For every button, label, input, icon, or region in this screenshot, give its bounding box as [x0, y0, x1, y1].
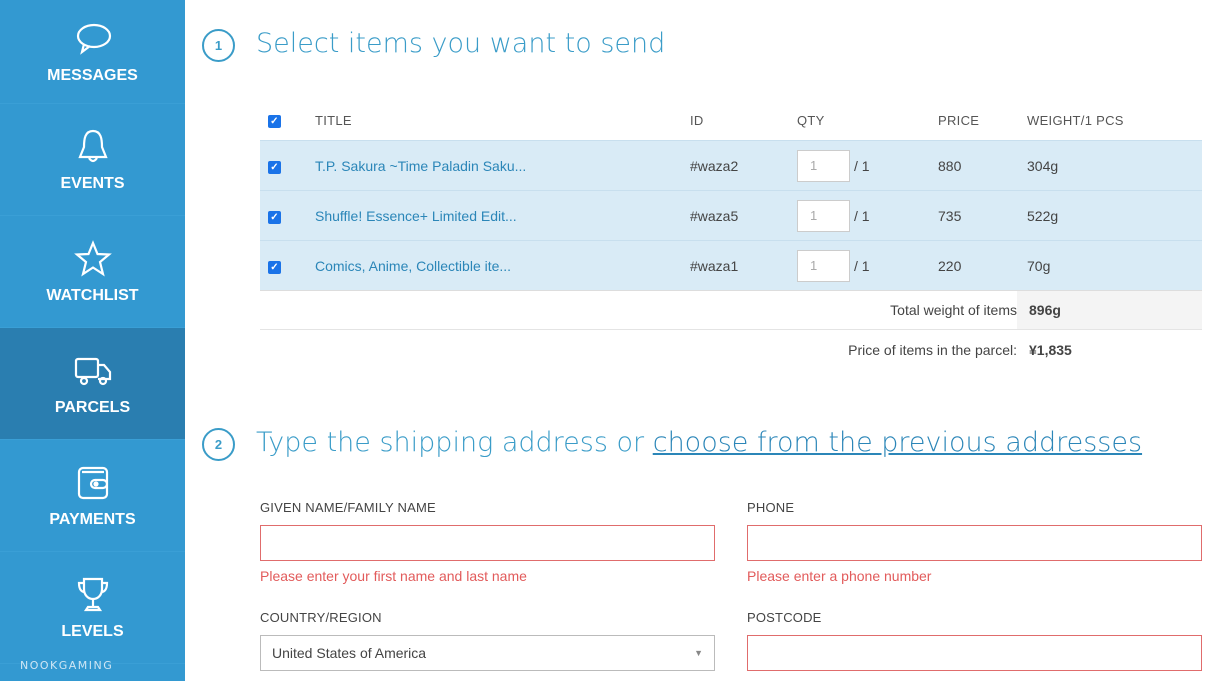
column-weight: WEIGHT/1 PCS	[1027, 112, 1124, 128]
postcode-field-group: POSTCODE	[747, 610, 1202, 671]
column-title: TITLE	[315, 112, 352, 128]
item-title-link[interactable]: T.P. Sakura ~Time Paladin Saku...	[315, 158, 690, 174]
country-label: COUNTRY/REGION	[260, 610, 382, 625]
table-row: ✓ T.P. Sakura ~Time Paladin Saku... #waz…	[260, 140, 1202, 190]
country-select[interactable]: United States of America ▼	[260, 635, 715, 671]
trophy-icon	[77, 577, 108, 611]
phone-label: PHONE	[747, 500, 795, 515]
sidebar-item-label: LEVELS	[61, 622, 124, 640]
price-label: Price of items in the parcel:	[848, 341, 1017, 358]
table-header: ✓ TITLE ID QTY PRICE WEIGHT/1 PCS	[260, 100, 1202, 140]
phone-input[interactable]	[747, 525, 1202, 561]
qty-max: / 1	[854, 157, 870, 174]
sidebar-item-payments[interactable]: PAYMENTS	[0, 440, 185, 552]
item-id: #waza2	[690, 157, 739, 174]
item-price: 880	[938, 157, 962, 174]
phone-error: Please enter a phone number	[747, 568, 932, 584]
item-title-link[interactable]: Comics, Anime, Collectible ite...	[315, 258, 690, 274]
sidebar-item-label: EVENTS	[60, 174, 125, 192]
star-icon	[73, 239, 112, 276]
total-weight-value: 896g	[1017, 291, 1202, 329]
qty-max: / 1	[854, 207, 870, 224]
price-value: ¥1,835	[1029, 341, 1072, 358]
sidebar-item-label: MESSAGES	[47, 66, 138, 84]
column-id: ID	[690, 112, 704, 128]
sidebar-item-label: PAYMENTS	[49, 510, 136, 528]
qty-max: / 1	[854, 257, 870, 274]
qty-input[interactable]: 1	[797, 149, 850, 182]
name-label: GIVEN NAME/FAMILY NAME	[260, 500, 436, 515]
item-id: #waza1	[690, 257, 739, 274]
total-weight-row: Total weight of items 896g	[260, 290, 1202, 329]
item-checkbox[interactable]: ✓	[268, 161, 281, 174]
item-title-link[interactable]: Shuffle! Essence+ Limited Edit...	[315, 208, 690, 224]
heading-text: Type the shipping address or	[256, 427, 653, 458]
truck-icon	[74, 357, 111, 385]
previous-addresses-link[interactable]: choose from the previous addresses	[653, 427, 1142, 458]
sidebar-item-watchlist[interactable]: WATCHLIST	[0, 216, 185, 328]
name-field-group: GIVEN NAME/FAMILY NAME Please enter your…	[260, 500, 715, 584]
sidebar-item-events[interactable]: EVENTS	[0, 104, 185, 216]
item-price: 735	[938, 207, 962, 224]
name-input[interactable]	[260, 525, 715, 561]
chevron-down-icon: ▼	[694, 648, 703, 658]
bell-icon	[77, 129, 108, 162]
country-field-group: COUNTRY/REGION United States of America ▼	[260, 610, 715, 671]
table-row: ✓ Shuffle! Essence+ Limited Edit... #waz…	[260, 190, 1202, 240]
select-all-checkbox[interactable]: ✓	[268, 115, 281, 128]
wallet-icon	[77, 466, 108, 499]
section-heading: Type the shipping address or choose from…	[256, 427, 1142, 458]
qty-input[interactable]: 1	[797, 249, 850, 282]
item-id: #waza5	[690, 207, 739, 224]
brand-logo: NOOKGAMING	[20, 659, 114, 672]
sidebar-item-levels[interactable]: LEVELS	[0, 552, 185, 664]
item-checkbox[interactable]: ✓	[268, 211, 281, 224]
step-number: 1	[202, 29, 235, 62]
item-checkbox[interactable]: ✓	[268, 261, 281, 274]
postcode-label: POSTCODE	[747, 610, 822, 625]
price-row: Price of items in the parcel: ¥1,835	[260, 329, 1202, 369]
qty-input[interactable]: 1	[797, 199, 850, 232]
phone-field-group: PHONE Please enter a phone number	[747, 500, 1202, 584]
sidebar-item-label: WATCHLIST	[46, 286, 139, 304]
section-heading: Select items you want to send	[256, 28, 666, 59]
sidebar: MESSAGES EVENTS WATCHLIST PARCELS PAYMEN…	[0, 0, 185, 681]
column-price: PRICE	[938, 112, 980, 128]
item-weight: 304g	[1027, 157, 1059, 174]
total-weight-label: Total weight of items	[890, 302, 1017, 318]
step-number: 2	[202, 428, 235, 461]
name-error: Please enter your first name and last na…	[260, 568, 527, 584]
speech-bubble-icon	[76, 23, 111, 55]
item-price: 220	[938, 257, 962, 274]
sidebar-item-parcels[interactable]: PARCELS	[0, 328, 185, 440]
country-value: United States of America	[272, 645, 427, 661]
item-weight: 70g	[1027, 257, 1051, 274]
postcode-input[interactable]	[747, 635, 1202, 671]
sidebar-item-messages[interactable]: MESSAGES	[0, 0, 185, 104]
items-table: ✓ TITLE ID QTY PRICE WEIGHT/1 PCS ✓ T.P.…	[260, 100, 1202, 369]
column-qty: QTY	[797, 112, 825, 128]
table-row: ✓ Comics, Anime, Collectible ite... #waz…	[260, 240, 1202, 290]
item-weight: 522g	[1027, 207, 1059, 224]
sidebar-item-label: PARCELS	[54, 398, 131, 416]
